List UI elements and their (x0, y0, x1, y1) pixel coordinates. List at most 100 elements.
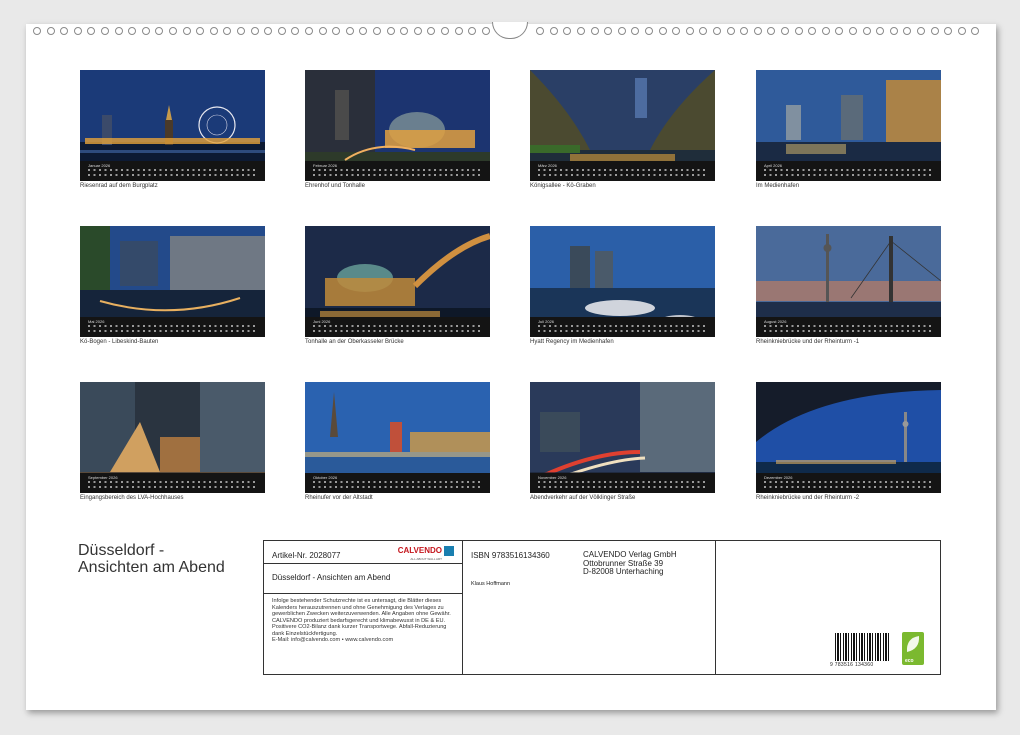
binding-ring (468, 27, 477, 35)
month-thumb-1: Januar 2026 Riesenrad auf dem Burgplatz (80, 70, 265, 189)
calendar-grid: Oktober 2026 (305, 473, 490, 493)
binding-ring (835, 27, 844, 35)
binding-ring (658, 27, 667, 35)
calendar-grid: August 2026 (756, 317, 941, 337)
month-thumb-6: Juni 2026 Tonhalle an der Oberkasseler B… (305, 226, 490, 345)
month-thumb-2: Februar 2026 Ehrenhof und Tonhalle (305, 70, 490, 189)
binding-ring (944, 27, 953, 35)
binding-ring (196, 27, 205, 35)
binding-ring (481, 27, 490, 35)
month-thumb-10: Oktober 2026 Rheinufer vor der Altstadt (305, 382, 490, 501)
binding-ring (318, 27, 327, 35)
binding-ring (971, 27, 980, 35)
binding-ring (957, 27, 966, 35)
photo-caption: Im Medienhafen (756, 183, 800, 189)
month-label: Juni 2026 (313, 319, 331, 324)
eco-label: eco (905, 658, 914, 664)
month-label: November 2026 (538, 475, 567, 480)
cover-title-line1: Düsseldorf - (78, 542, 165, 559)
photo-caption: Rheinufer vor der Altstadt (305, 495, 373, 501)
month-label: März 2026 (538, 163, 557, 168)
binding-ring (46, 27, 55, 35)
binding-ring (128, 27, 137, 35)
binding-ring (359, 27, 368, 35)
cover-title: Düsseldorf - Ansichten am Abend (78, 542, 225, 576)
month-thumb-9: September 2026 Eingangsbereich des LVA-H… (80, 382, 265, 501)
photo-caption: Rheinkniebrücke und der Rheinturm -2 (756, 495, 860, 501)
binding-ring (386, 27, 395, 35)
binding-ring (631, 27, 640, 35)
photo-caption: Königsallee - Kö-Graben (530, 183, 596, 189)
binding-ring (264, 27, 273, 35)
binding-ring (617, 27, 626, 35)
binding-ring (903, 27, 912, 35)
info-column-left: Artikel-Nr. 2028077 CALVENDO ALL ABOUT W… (264, 541, 463, 674)
photo-caption: Rheinkniebrücke und der Rheinturm -1 (756, 339, 860, 345)
photo-hyatt-regency: Juli 2026 (530, 226, 715, 337)
binding-ring (577, 27, 585, 35)
binding-ring (141, 27, 150, 35)
binding-ring (726, 27, 735, 35)
binding-ring (672, 27, 681, 35)
binding-ring (441, 27, 449, 35)
binding-ring (876, 27, 885, 35)
binding-ring (781, 27, 789, 35)
binding-ring (821, 27, 830, 35)
calvendo-logo: CALVENDO (398, 546, 454, 556)
month-label: Januar 2026 (88, 163, 111, 168)
photo-koe-bogen: Mai 2026 (80, 226, 265, 337)
binding-ring (60, 27, 69, 35)
binding-ring (169, 27, 177, 35)
binding-ring (930, 27, 939, 35)
binding-ring (563, 27, 572, 35)
photo-caption: Riesenrad auf dem Burgplatz (80, 183, 158, 189)
photo-tonhalle-bruecke: Juni 2026 (305, 226, 490, 337)
photo-caption: Eingangsbereich des LVA-Hochhauses (80, 495, 184, 501)
month-label: Mai 2026 (88, 319, 105, 324)
binding-ring (400, 27, 409, 35)
calendar-grid: September 2026 (80, 473, 265, 493)
binding-ring (454, 27, 463, 35)
calendar-grid: Dezember 2026 (756, 473, 941, 493)
month-label: Dezember 2026 (764, 475, 793, 480)
author: Klaus Hoffmann (471, 581, 511, 587)
photo-tonhalle: Februar 2026 (305, 70, 490, 181)
binding-ring (155, 27, 164, 35)
binding-ring (713, 27, 721, 35)
binding-ring (237, 27, 245, 35)
photo-caption: Tonhalle an der Oberkasseler Brücke (305, 339, 404, 345)
photo-riesenrad: Januar 2026 (80, 70, 265, 181)
legal-notice: Infolge bestehender Schutzrechte ist es … (272, 598, 451, 643)
binding-ring (87, 27, 96, 35)
photo-voelklinger-strasse: November 2026 (530, 382, 715, 493)
binding-ring (305, 27, 313, 35)
photo-rheinkniebruecke-2: Dezember 2026 (756, 382, 941, 493)
binding-ring (808, 27, 817, 35)
binding-ring (753, 27, 762, 35)
binding-ring (73, 27, 82, 35)
cover-title-line2: Ansichten am Abend (78, 559, 225, 576)
calendar-grid: Juni 2026 (305, 317, 490, 337)
divider (264, 563, 462, 564)
calvendo-tagline: ALL ABOUT WALL ART (410, 557, 442, 561)
calendar-subtitle: Düsseldorf - Ansichten am Abend (272, 573, 391, 582)
month-thumb-4: April 2026 Im Medienhafen (756, 70, 941, 189)
calendar-grid: Januar 2026 (80, 161, 265, 181)
binding-ring (604, 27, 613, 35)
binding-ring (332, 27, 341, 35)
binding-ring (849, 27, 857, 35)
binding-ring (740, 27, 749, 35)
info-column-middle: ISBN 9783516134360 Klaus Hoffmann CALVEN… (463, 541, 716, 674)
binding-ring (590, 27, 599, 35)
isbn: ISBN 9783516134360 (471, 551, 550, 560)
calendar-grid: April 2026 (756, 161, 941, 181)
binding-ring (427, 27, 436, 35)
photo-rheinkniebruecke-1: August 2026 (756, 226, 941, 337)
binding-ring (413, 27, 422, 35)
binding-ring (101, 27, 109, 35)
month-thumb-11: November 2026 Abendverkehr auf der Völkl… (530, 382, 715, 501)
binding-ring (209, 27, 218, 35)
photo-medienhafen: April 2026 (756, 70, 941, 181)
binding-ring (291, 27, 300, 35)
month-thumb-8: August 2026 Rheinkniebrücke und der Rhei… (756, 226, 941, 345)
